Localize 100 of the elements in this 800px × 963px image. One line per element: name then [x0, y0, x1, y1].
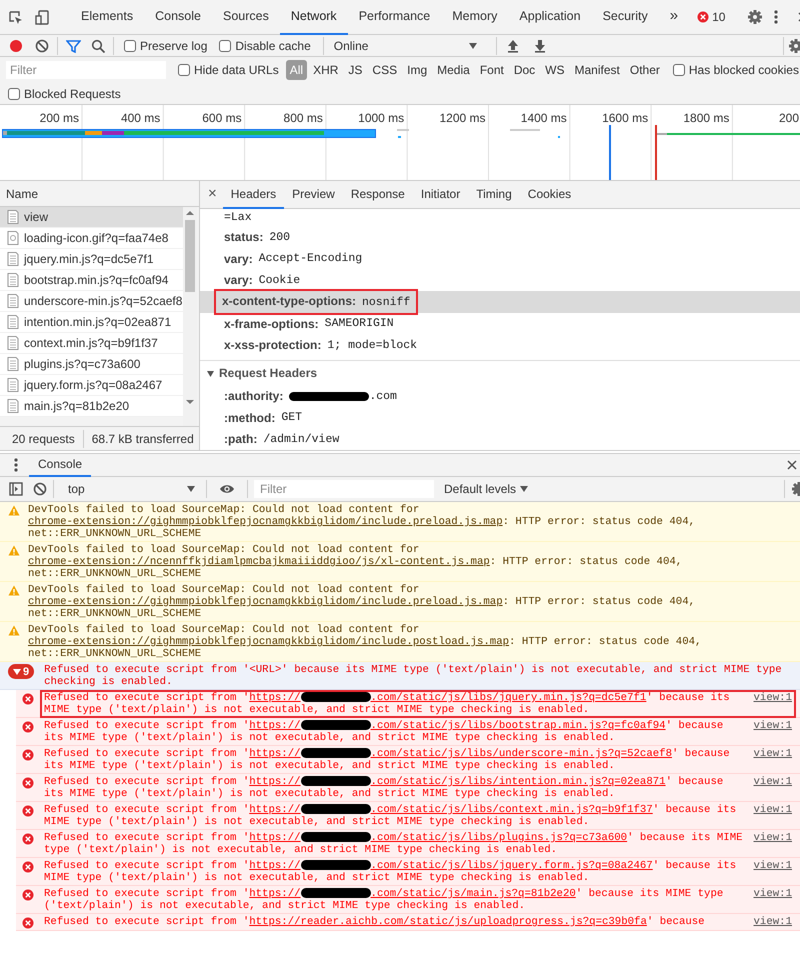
- scrollbar-thumb[interactable]: [185, 220, 195, 292]
- upload-icon[interactable]: [506, 38, 519, 52]
- checkbox[interactable]: [8, 88, 20, 100]
- source-link[interactable]: view:1: [754, 748, 792, 772]
- type-filter[interactable]: Doc: [510, 60, 540, 80]
- inspect-icon[interactable]: [8, 10, 23, 24]
- type-filter[interactable]: XHR: [309, 60, 342, 80]
- url-link[interactable]: https://: [249, 776, 301, 788]
- close-button[interactable]: ×: [200, 183, 223, 206]
- filter-field[interactable]: Filter: [254, 480, 434, 498]
- source-map-link[interactable]: chrome-extension://gighmmpiobklfepjocnamgkkbiglidom/include.postload.js.map: [28, 636, 510, 648]
- more-menu-icon[interactable]: [773, 9, 780, 25]
- panel-tab[interactable]: Console: [144, 0, 212, 34]
- section-title[interactable]: Request Headers: [219, 364, 318, 382]
- header-name: :method:: [224, 410, 276, 427]
- panel-tab[interactable]: Elements: [70, 0, 144, 34]
- group-toggle[interactable]: 9: [8, 664, 34, 679]
- request-row[interactable]: main.js?q=81b2e20: [0, 396, 183, 417]
- checkbox[interactable]: [672, 64, 685, 76]
- source-link[interactable]: view:1: [754, 832, 792, 856]
- details-tab[interactable]: Cookies: [520, 181, 580, 208]
- url-link[interactable]: .com/static/js/libs/underscore-min.js?q=52caef8: [370, 748, 672, 760]
- details-tab[interactable]: Response: [342, 181, 413, 208]
- details-tab[interactable]: Timing: [468, 181, 520, 208]
- filter-icon[interactable]: [66, 38, 81, 52]
- url-link[interactable]: https://: [249, 804, 301, 816]
- panel-tab[interactable]: Security: [592, 0, 659, 34]
- type-filter[interactable]: Other: [626, 60, 664, 80]
- type-filter[interactable]: Font: [476, 60, 508, 80]
- type-filter[interactable]: Img: [403, 60, 432, 80]
- details-tab[interactable]: Initiator: [412, 181, 468, 208]
- request-row[interactable]: jquery.min.js?q=dc5e7f1: [0, 249, 183, 270]
- type-filter[interactable]: Manifest: [570, 60, 624, 80]
- url-link[interactable]: https://reader.aichb.com/static/js/uploadprogress.js?q=c39b0fa: [249, 916, 647, 928]
- url-link[interactable]: https://: [249, 692, 301, 704]
- levels-select[interactable]: Default levels: [444, 480, 530, 498]
- record-button[interactable]: [9, 38, 23, 52]
- request-row[interactable]: loading-icon.gif?q=faa74e8: [0, 228, 183, 249]
- url-link[interactable]: .com/static/js/libs/jquery.form.js?q=08a2467: [370, 860, 653, 872]
- url-link[interactable]: .com/static/js/libs/context.min.js?q=b9f1f37: [370, 804, 653, 816]
- search-icon[interactable]: [91, 38, 105, 52]
- request-row[interactable]: underscore-min.js?q=52caef8: [0, 291, 183, 312]
- url-link[interactable]: https://: [249, 832, 301, 844]
- url-link[interactable]: .com/static/js/libs/bootstrap.min.js?q=fc0af94: [370, 720, 666, 732]
- clear-icon[interactable]: [33, 482, 47, 496]
- eye-icon[interactable]: [219, 483, 235, 495]
- panel-tab[interactable]: Sources: [212, 0, 280, 34]
- sidebar-icon[interactable]: [9, 482, 23, 496]
- request-row[interactable]: view: [0, 207, 183, 228]
- checkbox[interactable]: [178, 64, 190, 76]
- settings-icon[interactable]: [747, 9, 764, 25]
- settings-icon[interactable]: [791, 481, 800, 497]
- url-link[interactable]: .com/static/js/main.js?q=81b2e20: [370, 888, 576, 900]
- type-filter[interactable]: JS: [344, 60, 366, 80]
- source-link[interactable]: view:1: [754, 888, 792, 912]
- panel-tab[interactable]: Memory: [441, 0, 508, 34]
- type-filter[interactable]: CSS: [368, 60, 402, 80]
- request-row[interactable]: bootstrap.min.js?q=fc0af94: [0, 270, 183, 291]
- url-link[interactable]: https://: [249, 860, 301, 872]
- url-link[interactable]: https://: [249, 888, 301, 900]
- more-tabs-button[interactable]: »: [658, 0, 690, 34]
- error-counter[interactable]: 10: [697, 8, 726, 26]
- url-link[interactable]: .com/static/js/libs/plugins.js?q=c73a600: [370, 832, 628, 844]
- source-link[interactable]: view:1: [754, 916, 792, 928]
- panel-tab[interactable]: Performance: [348, 0, 442, 34]
- source-link[interactable]: view:1: [754, 692, 792, 716]
- request-row[interactable]: intention.min.js?q=02ea871: [0, 312, 183, 333]
- request-row[interactable]: context.min.js?q=b9f1f37: [0, 333, 183, 354]
- close-icon[interactable]: [786, 459, 798, 471]
- download-icon[interactable]: [534, 38, 546, 52]
- more-menu-icon[interactable]: [13, 457, 19, 473]
- type-filter[interactable]: WS: [541, 60, 569, 80]
- time-tick-label: 200 ms: [40, 111, 79, 125]
- type-filter[interactable]: Media: [433, 60, 474, 80]
- throttling-select[interactable]: Online: [330, 36, 490, 54]
- checkbox[interactable]: [219, 40, 232, 52]
- panel-tab[interactable]: Application: [508, 0, 592, 34]
- device-icon[interactable]: [35, 10, 50, 24]
- disclosure-triangle-icon[interactable]: [206, 368, 215, 378]
- settings-icon[interactable]: [788, 38, 800, 54]
- source-link[interactable]: view:1: [754, 804, 792, 828]
- request-row[interactable]: plugins.js?q=c73a600: [0, 354, 183, 375]
- request-row[interactable]: jquery.form.js?q=08a2467: [0, 375, 183, 396]
- url-link[interactable]: .com/static/js/libs/jquery.min.js?q=dc5e7f1: [370, 692, 646, 704]
- error-message: Refused to execute script from 'https:// .com/static/js/libs/plugins.js?q=c73a600' because its MIME type ('text/plain') is not executable, and strict MIME type checking is enabled.: [44, 832, 744, 856]
- details-tab[interactable]: Preview: [284, 181, 343, 208]
- url-link[interactable]: .com/static/js/libs/intention.min.js?q=02ea871: [370, 776, 666, 788]
- details-tab[interactable]: Headers: [222, 181, 284, 208]
- source-link[interactable]: view:1: [754, 720, 792, 744]
- url-link[interactable]: https://: [249, 720, 301, 732]
- checkbox[interactable]: [124, 40, 136, 52]
- source-link[interactable]: view:1: [754, 860, 792, 884]
- context-select[interactable]: top: [60, 480, 200, 498]
- source-map-link[interactable]: chrome-extension://ncennffkjdiamlpmcbajkmaiiiddgioo/js/xl-content.js.map: [28, 556, 490, 568]
- source-link[interactable]: view:1: [754, 776, 792, 800]
- source-map-link[interactable]: chrome-extension://gighmmpiobklfepjocnamgkkbiglidom/include.preload.js.map: [28, 596, 503, 608]
- url-link[interactable]: https://: [249, 748, 301, 760]
- clear-icon[interactable]: [35, 38, 49, 52]
- source-map-link[interactable]: chrome-extension://gighmmpiobklfepjocnamgkkbiglidom/include.preload.js.map: [28, 516, 503, 528]
- filter-field[interactable]: Filter: [6, 61, 166, 79]
